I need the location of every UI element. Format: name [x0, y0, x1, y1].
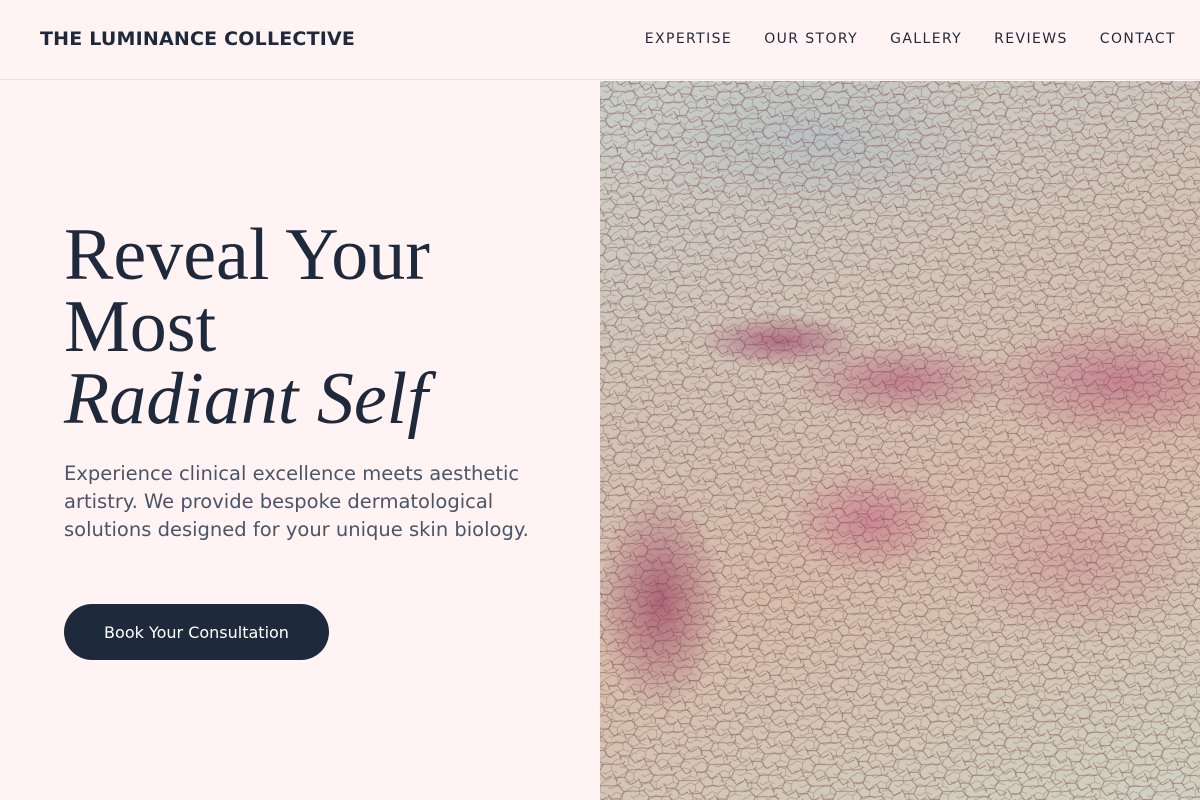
- nav-our-story[interactable]: OUR STORY: [764, 31, 858, 47]
- nav-reviews[interactable]: REVIEWS: [994, 31, 1068, 47]
- nav-contact[interactable]: CONTACT: [1100, 31, 1176, 47]
- headline-line-2: Most: [64, 286, 217, 368]
- hero-description: Experience clinical excellence meets aes…: [64, 462, 529, 541]
- hero-headline: Reveal Your Most Radiant Self: [64, 214, 584, 440]
- headline-line-3: Radiant Self: [64, 358, 428, 440]
- nav-expertise[interactable]: EXPERTISE: [645, 31, 732, 47]
- main-nav: EXPERTISE OUR STORY GALLERY REVIEWS CONT…: [645, 31, 1176, 47]
- book-consultation-button[interactable]: Book Your Consultation: [64, 604, 329, 660]
- hero-content: Reveal Your Most Radiant Self Experience…: [0, 81, 600, 800]
- hero-skin-texture-image: [600, 81, 1200, 800]
- nav-gallery[interactable]: GALLERY: [890, 31, 962, 47]
- site-header: THE LUMINANCE COLLECTIVE EXPERTISE OUR S…: [0, 0, 1200, 80]
- skin-texture-pattern: [600, 81, 1200, 800]
- headline-line-1: Reveal Your: [64, 214, 430, 296]
- brand-logo[interactable]: THE LUMINANCE COLLECTIVE: [40, 28, 355, 50]
